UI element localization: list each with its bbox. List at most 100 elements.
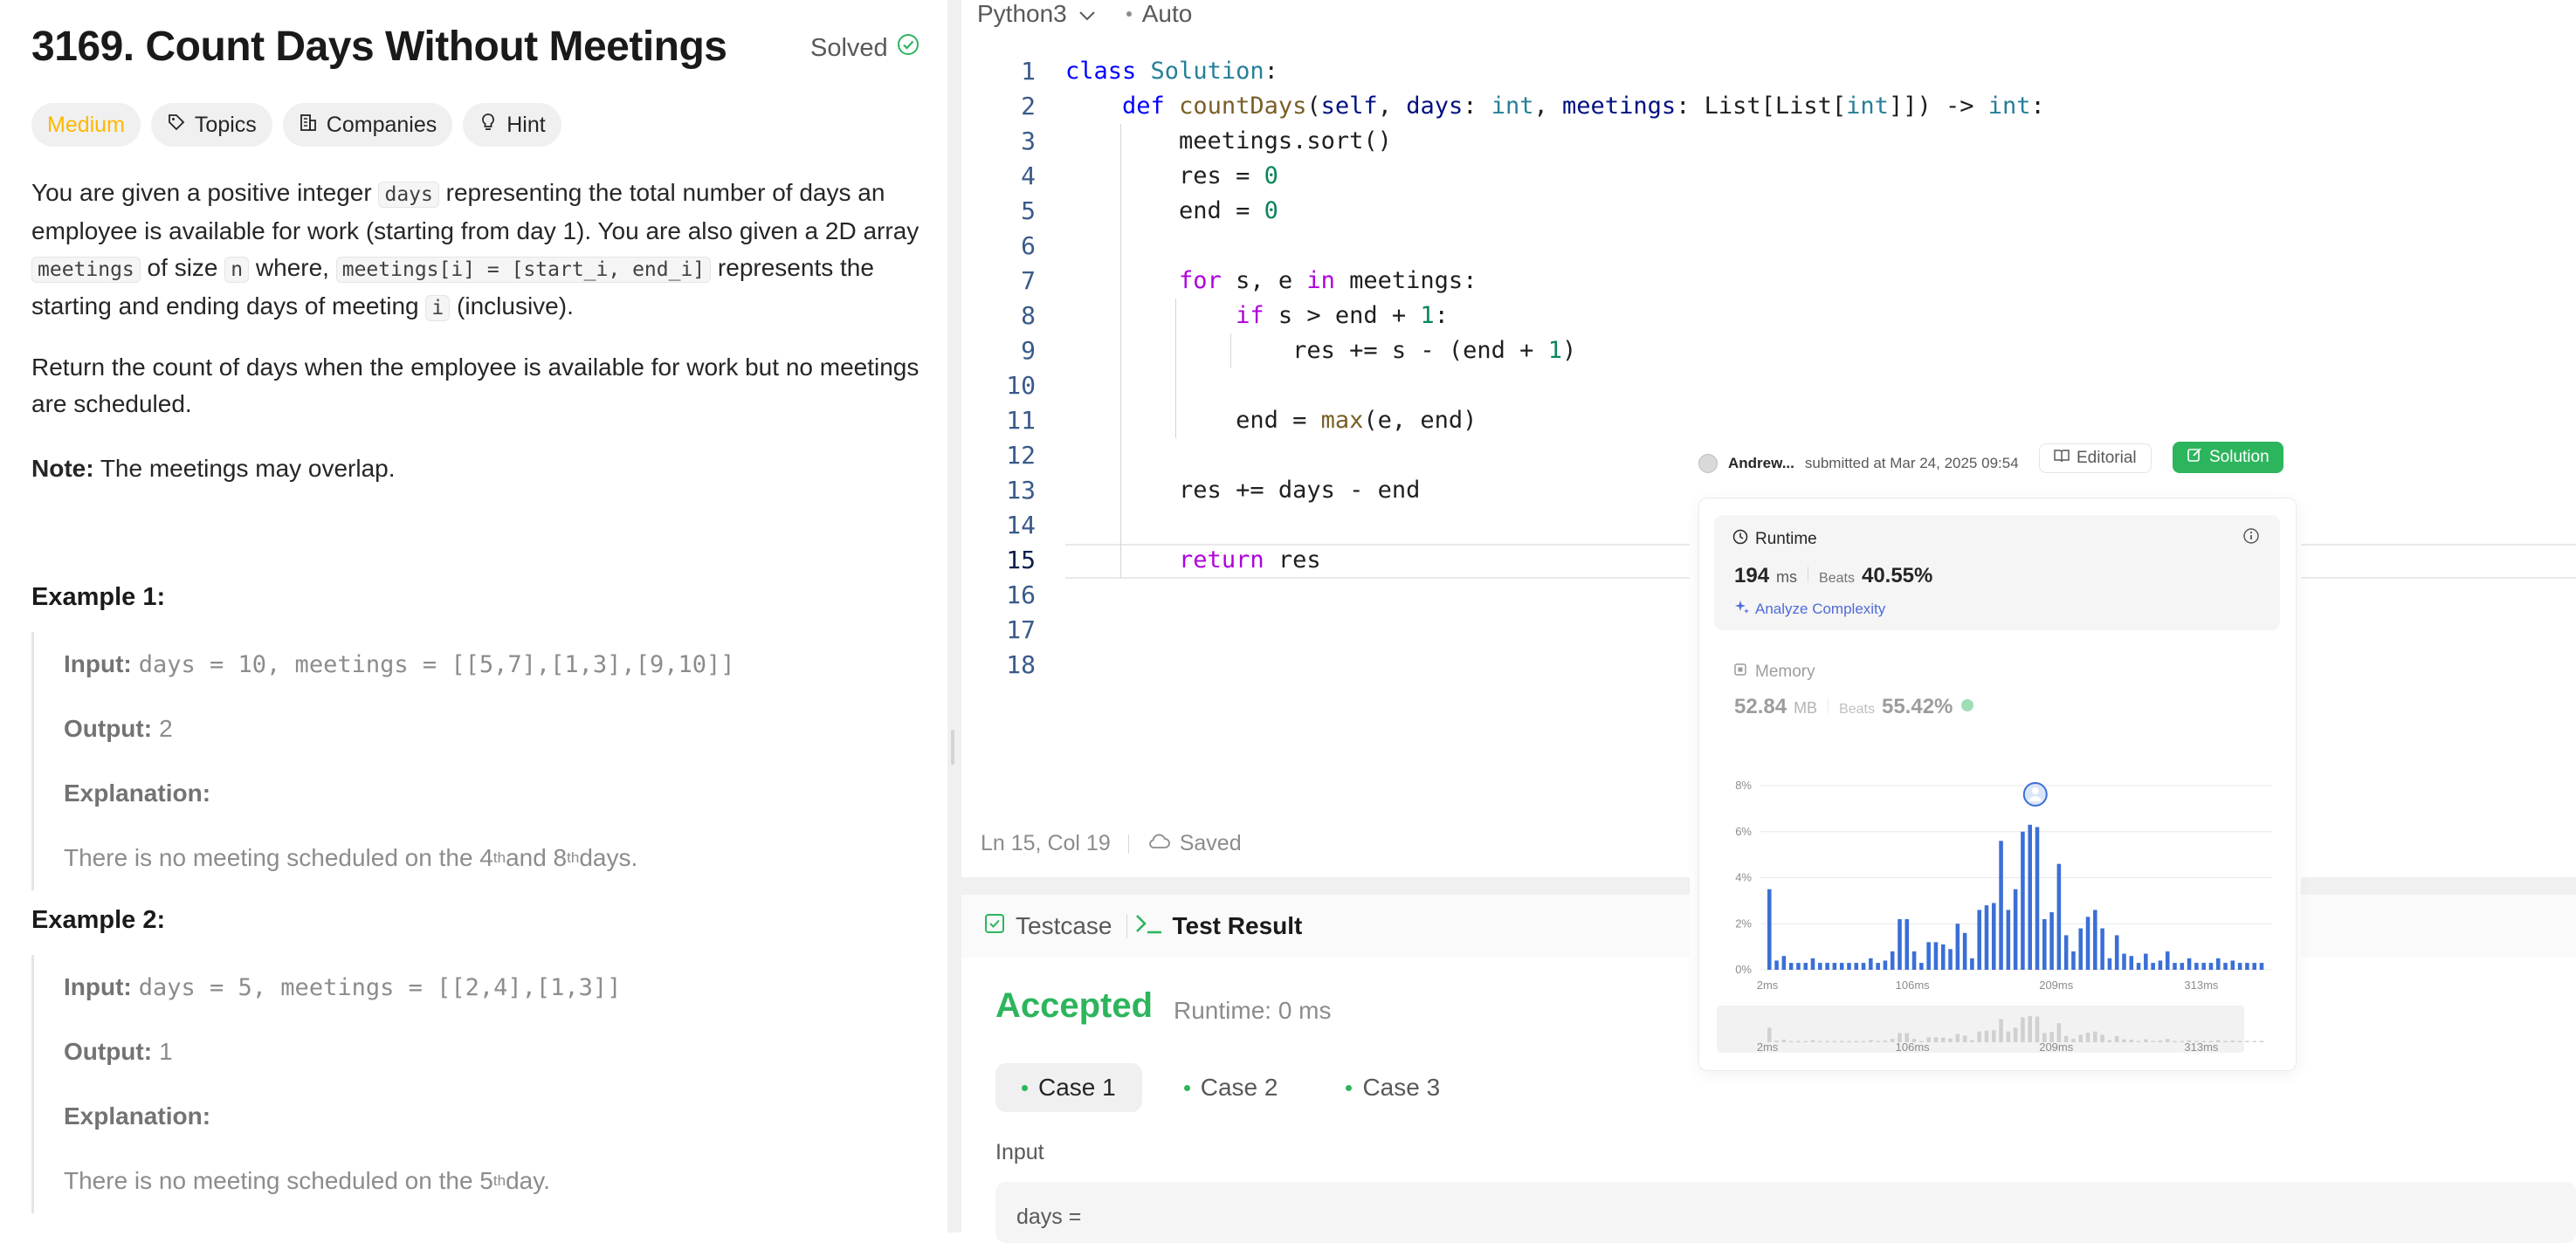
line-number: 6: [1021, 231, 1036, 260]
histogram-bar: [1774, 960, 1779, 970]
input-label: Input:: [64, 650, 132, 677]
memory-stats[interactable]: 52.84 MB Beats 55.42%: [1734, 695, 1975, 719]
line-number: 13: [1006, 476, 1036, 505]
histogram-bar: [1883, 960, 1888, 970]
inline-code: days: [378, 182, 439, 208]
overview-bar: [2107, 1040, 2112, 1042]
overview-bar: [2136, 1040, 2141, 1042]
tab-testcase[interactable]: Testcase: [984, 912, 1112, 940]
output-label: Output:: [64, 715, 153, 742]
histogram-bar: [1781, 956, 1787, 970]
solution-label: Solution: [2209, 448, 2269, 466]
overview-bar: [1933, 1037, 1939, 1042]
histogram-bar: [1847, 963, 1851, 970]
book-icon: [2054, 449, 2070, 468]
x-tick-label: 2ms: [1757, 979, 1779, 992]
overview-bar: [1940, 1037, 1946, 1042]
histogram-bar: [1977, 910, 1981, 970]
memory-label: Memory: [1755, 663, 1815, 681]
inline-code: meetings: [31, 257, 141, 283]
explanation-text: There is no meeting scheduled on the 5: [64, 1167, 493, 1194]
resize-handle[interactable]: [951, 730, 954, 765]
line-number: 2: [1021, 92, 1036, 120]
histogram-bar: [2063, 935, 2069, 970]
overview-bar: [1803, 1040, 1808, 1042]
user-name[interactable]: Andrew...: [1728, 455, 1794, 472]
overview-bar: [2085, 1033, 2090, 1042]
overview-bar: [1861, 1040, 1866, 1042]
histogram-bar: [1796, 963, 1801, 970]
editorial-button[interactable]: Editorial: [2039, 443, 2152, 473]
superscript: th: [492, 1172, 506, 1189]
histogram-bar: [2049, 912, 2054, 970]
histogram-bar: [1919, 963, 1924, 970]
editor-toolbar: Python3 Auto: [977, 0, 1192, 28]
histogram-bar: [2035, 827, 2040, 970]
histogram-bar: [1991, 903, 1996, 970]
difficulty-label: Medium: [47, 112, 125, 137]
line-number: 3: [1021, 127, 1036, 155]
overview-bar: [2122, 1039, 2126, 1042]
runtime-distribution-chart[interactable]: 0% 2% 4% 6% 8% 2ms 106ms 209ms 313ms 2ms 106ms 209m…: [1712, 768, 2279, 1065]
note-label: Note:: [31, 455, 94, 482]
case-1-tab[interactable]: Case 1: [995, 1063, 1142, 1112]
difficulty-tag[interactable]: Medium: [31, 103, 141, 147]
overview-bar: [1948, 1038, 1953, 1042]
case-3-tab[interactable]: Case 3: [1319, 1063, 1466, 1112]
case-2-tab[interactable]: Case 2: [1158, 1063, 1305, 1112]
checkbox-icon: [984, 912, 1005, 940]
topics-tag[interactable]: Topics: [150, 103, 272, 147]
superscript: th: [492, 849, 506, 866]
histogram-bar: [1825, 963, 1829, 970]
panel-divider[interactable]: [947, 0, 961, 1233]
check-circle-icon: [897, 33, 920, 63]
hint-tag[interactable]: Hint: [463, 103, 561, 147]
companies-tag[interactable]: Companies: [282, 103, 453, 147]
line-number: 1: [1021, 57, 1036, 86]
input-value-box[interactable]: days =: [995, 1182, 2576, 1243]
tab-test-result[interactable]: Test Result: [1134, 912, 1302, 941]
overview-bar: [1991, 1030, 1996, 1042]
runtime-unit: ms: [1776, 568, 1798, 586]
solution-button[interactable]: Solution: [2173, 442, 2283, 473]
histogram-bar: [2093, 910, 2097, 970]
histogram-bar: [2006, 910, 2011, 970]
overview-bar: [2165, 1039, 2170, 1042]
overview-bar: [1788, 1040, 1794, 1042]
overview-bar: [2078, 1034, 2084, 1042]
memory-heading[interactable]: Memory: [1732, 662, 1815, 683]
line-number: 17: [1006, 615, 1036, 644]
code-line: class Solution:: [1065, 58, 1278, 85]
code-line: meetings.sort(): [1065, 127, 1392, 155]
example-output-row: Output: 1: [64, 1020, 946, 1084]
overview-bar: [1890, 1039, 1895, 1042]
overview-bar: [2144, 1039, 2148, 1042]
overview-bar: [1832, 1040, 1837, 1042]
histogram-bar: [2078, 928, 2084, 970]
overview-bar: [2252, 1040, 2256, 1042]
runtime-stats: 194 ms Beats 40.55%: [1734, 564, 1932, 588]
overview-bar: [2237, 1040, 2242, 1042]
histogram-bar: [1810, 958, 1815, 970]
histogram-bar: [2136, 963, 2141, 970]
language-select[interactable]: Python3: [977, 0, 1097, 28]
example-1-heading: Example 1:: [31, 583, 166, 611]
histogram-bar: [1970, 958, 1974, 970]
separator: [1828, 697, 1829, 713]
badge-icon: [1960, 697, 1975, 718]
output-label: Output:: [64, 1038, 153, 1065]
code-line: res = 0: [1065, 162, 1278, 189]
overview-bar: [2021, 1017, 2025, 1042]
overview-bar: [1810, 1040, 1815, 1042]
line-number: 9: [1021, 336, 1036, 365]
analyze-label: Analyze Complexity: [1755, 600, 1886, 617]
info-icon[interactable]: [2242, 527, 2260, 549]
problem-title: 3169. Count Days Without Meetings: [31, 24, 727, 70]
histogram-bar: [2144, 953, 2148, 970]
edit-icon: [2187, 447, 2202, 468]
overview-bar: [1796, 1040, 1801, 1042]
histogram-bar: [2165, 951, 2170, 970]
mode-indicator[interactable]: Auto: [1126, 0, 1192, 28]
analyze-complexity-link[interactable]: Analyze Complexity: [1734, 599, 1885, 619]
